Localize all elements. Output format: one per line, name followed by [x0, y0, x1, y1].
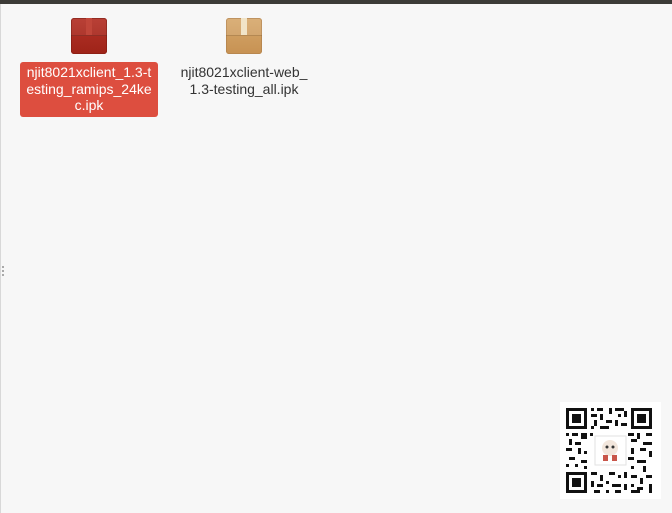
package-icon[interactable]	[71, 18, 107, 54]
package-icon[interactable]	[226, 18, 262, 54]
file-name-label[interactable]: njit8021xclient-web_1.3-testing_all.ipk	[175, 62, 313, 100]
window-top-border	[0, 0, 672, 4]
file-item-ramips-ipk[interactable]: njit8021xclient_1.3-testing_ramips_24kec…	[20, 14, 158, 117]
file-name-label[interactable]: njit8021xclient_1.3-testing_ramips_24kec…	[20, 62, 158, 117]
pane-divider[interactable]	[0, 4, 1, 513]
file-item-web-ipk[interactable]: njit8021xclient-web_1.3-testing_all.ipk	[175, 14, 313, 100]
resize-grip-handle[interactable]	[2, 266, 5, 276]
file-manager-window: njit8021xclient_1.3-testing_ramips_24kec…	[0, 0, 672, 513]
qr-code-icon	[560, 402, 661, 499]
